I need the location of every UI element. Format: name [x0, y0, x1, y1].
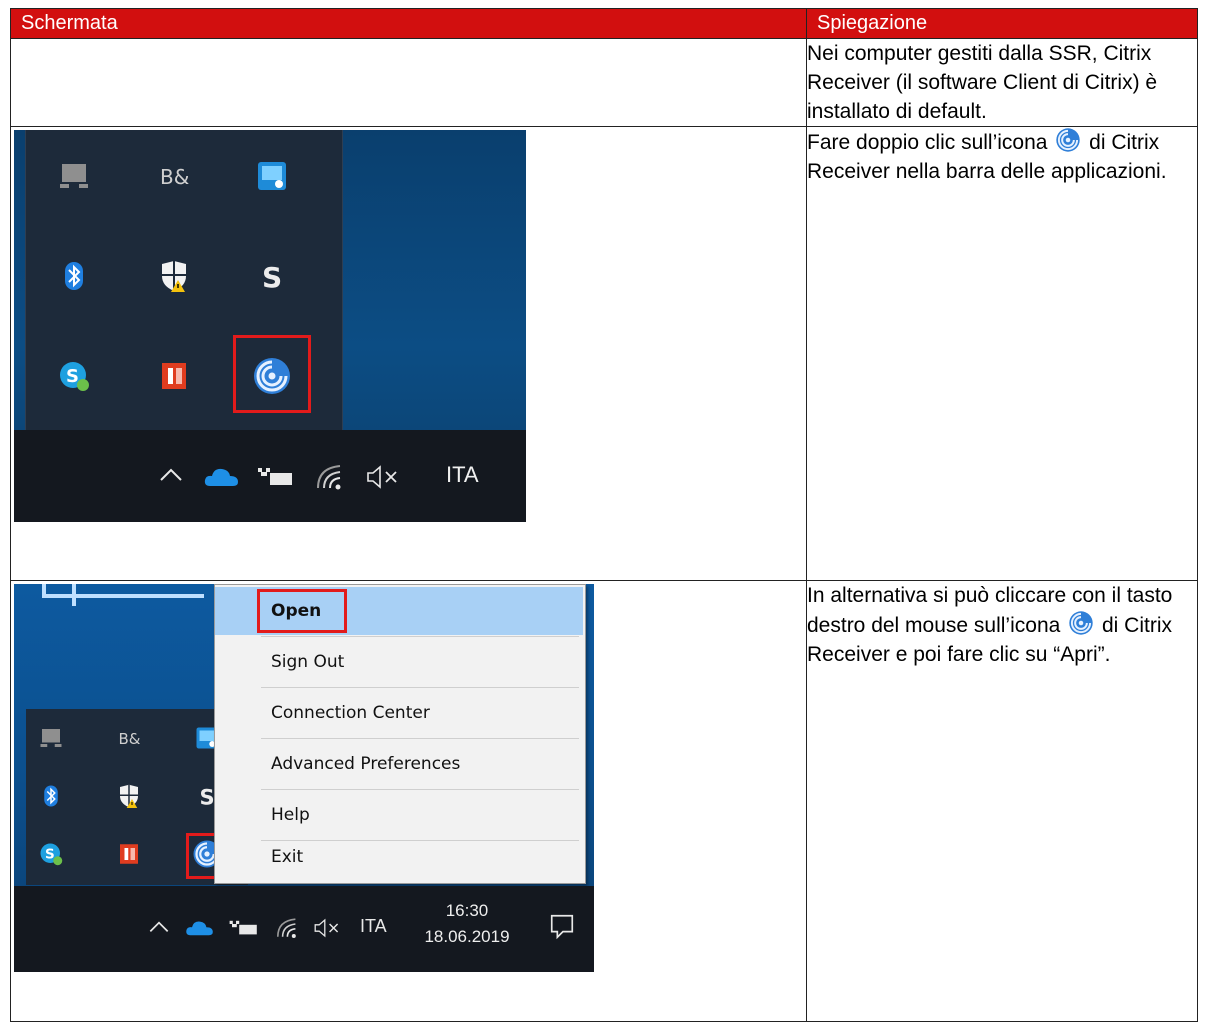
notification-center-icon[interactable] [548, 912, 576, 940]
citrix-highlight-box [233, 335, 311, 413]
citrix-receiver-icon [1055, 127, 1081, 153]
menu-item-advanced-preferences-label: Advanced Preferences [271, 754, 461, 774]
office-icon[interactable] [154, 356, 194, 396]
menu-item-exit-label: Exit [271, 847, 304, 867]
intel-graphics-icon[interactable] [252, 156, 292, 196]
defender-shield-warning-icon[interactable] [114, 781, 144, 811]
row3-explanation: In alternativa si può cliccare con il ta… [806, 580, 1198, 1022]
bluetooth-icon[interactable] [54, 256, 94, 296]
wifi-icon[interactable] [274, 916, 304, 940]
menu-separator [261, 636, 579, 637]
onedrive-cloud-icon[interactable] [202, 462, 242, 492]
taskbar: ITA 16:30 18.06.2019 [14, 886, 594, 972]
chevron-up-icon[interactable] [156, 460, 186, 490]
menu-item-connection-center[interactable]: Connection Center [215, 689, 583, 737]
skype-icon[interactable] [54, 356, 94, 396]
row1-screenshot-cell [10, 38, 807, 127]
row-intro: Nei computer gestiti dalla SSR, Citrix R… [10, 38, 1198, 127]
instruction-table: Schermata Spiegazione Nei computer gesti… [10, 8, 1198, 1022]
taskbar-clock[interactable]: 16:30 18.06.2019 [412, 898, 522, 950]
header-row: Schermata Spiegazione [10, 8, 1198, 39]
bluetooth-icon[interactable] [36, 781, 66, 811]
tray-screenshot: ITA [14, 130, 526, 522]
menu-separator [261, 738, 579, 739]
menu-item-sign-out-label: Sign Out [271, 652, 345, 672]
s-app-icon[interactable] [252, 256, 292, 296]
menu-item-sign-out[interactable]: Sign Out [215, 638, 583, 686]
skype-icon[interactable] [36, 839, 66, 869]
bang-olufsen-icon[interactable] [154, 156, 194, 196]
speaker-muted-icon[interactable] [312, 916, 344, 940]
citrix-receiver-icon [1068, 610, 1094, 636]
open-highlight-box [257, 589, 347, 633]
battery-power-icon[interactable] [228, 916, 260, 940]
row2-screenshot-cell: ITA [10, 126, 807, 581]
bang-olufsen-icon[interactable] [114, 723, 144, 753]
row3-text: In alternativa si può cliccare con il ta… [807, 581, 1197, 669]
office-icon[interactable] [114, 839, 144, 869]
row1-text: Nei computer gestiti dalla SSR, Citrix R… [807, 42, 1158, 123]
menu-separator [261, 789, 579, 790]
menu-item-exit[interactable]: Exit [215, 833, 583, 881]
row1-explanation: Nei computer gestiti dalla SSR, Citrix R… [806, 38, 1198, 127]
monitor-icon[interactable] [36, 723, 66, 753]
menu-item-help-label: Help [271, 805, 310, 825]
clock-time: 16:30 [445, 901, 489, 920]
context-menu-screenshot: Open Sign Out Connection Center Advanced… [14, 584, 594, 972]
speaker-muted-icon[interactable] [364, 462, 404, 492]
row2-text-before: Fare doppio clic sull’icona [807, 131, 1048, 154]
clock-date: 18.06.2019 [424, 927, 510, 946]
tray-overflow-popup [26, 130, 342, 430]
row3-screenshot-cell: Open Sign Out Connection Center Advanced… [10, 580, 807, 1022]
taskbar: ITA [14, 430, 526, 522]
row-double-click: ITA Fare doppio clic sull’icona di Citri… [10, 126, 1198, 581]
chevron-up-icon[interactable] [146, 914, 172, 940]
defender-shield-warning-icon[interactable] [154, 256, 194, 296]
onedrive-cloud-icon[interactable] [184, 916, 216, 940]
monitor-icon[interactable] [54, 156, 94, 196]
menu-item-help[interactable]: Help [215, 791, 583, 839]
row-right-click: Open Sign Out Connection Center Advanced… [10, 580, 1198, 1022]
row2-explanation: Fare doppio clic sull’icona di Citrix Re… [806, 126, 1198, 581]
wifi-icon[interactable] [314, 462, 350, 492]
header-explanation: Spiegazione [806, 8, 1198, 39]
battery-power-icon[interactable] [256, 462, 296, 492]
row2-text: Fare doppio clic sull’icona di Citrix Re… [807, 127, 1197, 186]
language-indicator[interactable]: ITA [446, 462, 479, 488]
menu-separator [261, 687, 579, 688]
language-indicator[interactable]: ITA [360, 916, 387, 937]
window-frame-decoration [42, 584, 204, 606]
citrix-context-menu: Open Sign Out Connection Center Advanced… [214, 584, 586, 884]
header-screenshot: Schermata [10, 8, 807, 39]
menu-item-advanced-preferences[interactable]: Advanced Preferences [215, 740, 583, 788]
menu-item-connection-center-label: Connection Center [271, 703, 430, 723]
